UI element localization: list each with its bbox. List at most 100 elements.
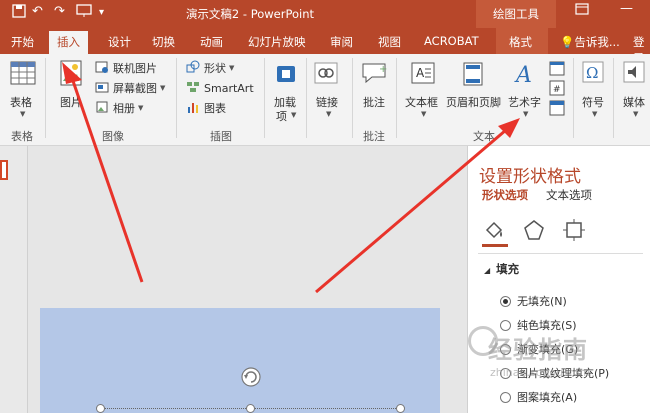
group-divider [45,58,46,138]
tab-animations[interactable]: 动画 [200,34,223,50]
picture-button[interactable]: 图片 [60,94,82,110]
collapse-triangle-icon: ◢ [484,266,491,275]
album-button[interactable]: 相册 ▼ [95,99,143,117]
header-footer-icon[interactable] [462,61,484,87]
header-footer-button[interactable]: 页眉和页脚 [446,94,501,110]
tab-transitions[interactable]: 切换 [152,34,175,50]
ribbon-tabs: 开始 插入 设计 切换 动画 幻灯片放映 审阅 视图 ACROBAT 格式 💡告… [0,28,650,65]
fill-line-icon[interactable] [482,218,506,245]
symbols-button[interactable]: 符号 [582,94,604,110]
tab-format[interactable]: 格式 [509,34,532,50]
chevron-down-icon[interactable]: ▼ [633,110,638,118]
tab-home[interactable]: 开始 [11,34,34,50]
date-time-icon[interactable] [549,60,565,76]
tab-view[interactable]: 视图 [378,34,401,50]
group-divider [306,58,307,138]
pane-icon-bar [480,216,650,246]
radio-button[interactable] [500,295,511,307]
ribbon: 表格 ▼ 表格 图片 联机图片 屏幕截图 ▼ 相册 ▼ 图像 形状 ▼ Smar… [0,54,650,146]
chevron-down-icon: ▼ [160,84,166,92]
group-images-label: 图像 [102,130,124,143]
group-divider [176,58,177,138]
svg-text:A: A [514,63,532,86]
radio-button[interactable] [500,391,511,403]
tab-insert[interactable]: 插入 [49,31,88,54]
smartart-button[interactable]: SmartArt [186,79,254,97]
pane-divider [478,253,643,254]
chevron-down-icon[interactable]: ▼ [523,110,528,118]
omega-icon[interactable]: Ω [582,61,604,83]
effects-icon[interactable] [522,218,546,245]
resize-handle[interactable] [96,404,105,413]
option-pattern-fill[interactable]: 图案填充(A) [500,389,577,405]
tab-review[interactable]: 审阅 [330,34,353,50]
group-illustrations-label: 插图 [210,130,232,143]
size-properties-icon[interactable] [562,218,586,245]
online-picture-button[interactable]: 联机图片 [95,59,157,77]
slide-number-icon[interactable]: # [549,80,565,96]
fill-section-header[interactable]: ◢ 填充 [484,261,519,277]
resize-handle[interactable] [396,404,405,413]
group-comments-label: 批注 [363,130,385,143]
tab-acrobat[interactable]: ACROBAT [424,34,479,48]
table-icon[interactable] [9,60,37,86]
svg-text:A: A [416,66,425,80]
comment-button[interactable]: 批注 [363,94,385,110]
group-divider [573,58,574,138]
group-tables-label: 表格 [11,130,33,143]
chevron-down-icon[interactable]: ▼ [592,110,597,118]
online-picture-icon [95,60,109,77]
chevron-down-icon[interactable]: ▼ [291,111,296,119]
group-divider [352,58,353,138]
table-button[interactable]: 表格 [10,94,32,110]
chevron-down-icon[interactable]: ▼ [20,110,25,118]
link-icon[interactable] [314,61,338,85]
textbox-icon[interactable]: A [410,61,436,85]
chart-icon [186,100,200,117]
rotate-handle-icon[interactable] [240,366,262,388]
screenshot-button[interactable]: 屏幕截图 ▼ [95,79,165,97]
link-button[interactable]: 链接 [316,94,338,110]
media-button[interactable]: 媒体 [623,94,645,110]
group-text-label: 文本 [473,130,495,143]
tab-design[interactable]: 设计 [108,34,131,50]
svg-text:+: + [379,64,387,75]
group-divider [264,58,265,138]
chevron-down-icon: ▼ [138,104,144,112]
textbox-button[interactable]: 文本框 [405,94,438,110]
radio-button[interactable] [500,319,511,331]
slide-thumbnail-panel[interactable] [0,146,28,413]
ribbon-display-icon[interactable] [575,3,589,19]
active-icon-indicator [482,244,508,247]
comment-icon[interactable]: + [360,61,388,85]
slide-shape[interactable] [40,308,440,413]
addins-icon[interactable] [275,62,297,84]
tab-slideshow[interactable]: 幻灯片放映 [248,34,306,50]
svg-text:#: # [553,85,561,95]
tab-text-options[interactable]: 文本选项 [546,187,592,203]
chevron-down-icon: ▼ [229,64,235,72]
resize-handle[interactable] [246,404,255,413]
group-divider [396,58,397,138]
option-no-fill[interactable]: 无填充(N) [500,293,567,309]
object-icon[interactable] [549,100,565,116]
wordart-button[interactable]: 艺术字 [508,94,541,110]
shapes-button[interactable]: 形状 ▼ [186,59,234,77]
watermark-text: 经验指南 [488,336,588,364]
drawing-tools-label: 绘图工具 [476,0,556,28]
tell-me-search[interactable]: 💡告诉我... [560,34,620,50]
tab-shape-options[interactable]: 形状选项 [482,187,528,203]
chart-button[interactable]: 图表 [186,99,226,117]
addins-button-line2: 项 [276,110,287,123]
chevron-down-icon[interactable]: ▼ [421,110,426,118]
picture-icon[interactable] [58,59,84,87]
chevron-down-icon[interactable]: ▼ [326,110,331,118]
lightbulb-icon: 💡 [560,35,575,49]
wordart-icon[interactable]: A [513,62,537,88]
screenshot-icon [95,80,109,97]
minimize-icon[interactable]: — [620,1,633,16]
slide-thumbnail[interactable] [0,160,8,180]
speaker-icon[interactable] [623,61,645,83]
window-title: 演示文稿2 - PowerPoint [185,7,315,21]
pane-title: 设置形状格式 [479,167,581,187]
